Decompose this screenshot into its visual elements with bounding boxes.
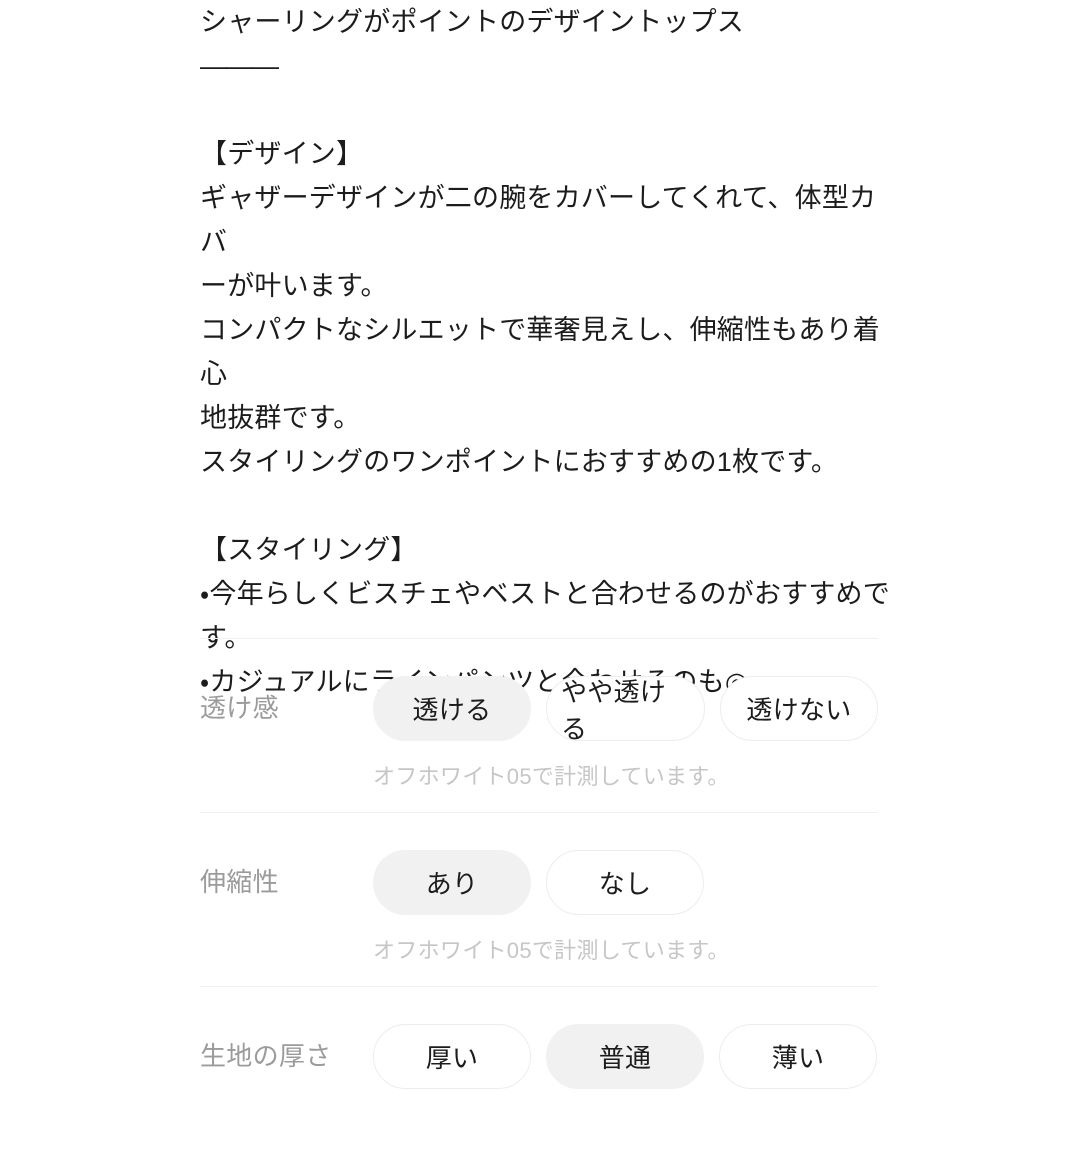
- option-pill[interactable]: 薄い: [719, 1024, 877, 1089]
- description-line: 【スタイリング】: [200, 535, 418, 565]
- option-pill[interactable]: なし: [546, 850, 704, 915]
- description-block: シャーリングがポイントのデザイントップス ——— 【デザイン】ギャザーデザインが二の…: [200, 0, 890, 704]
- option-pill-selected[interactable]: あり: [373, 850, 531, 915]
- attribute-label: 伸縮性: [200, 867, 279, 897]
- attribute-row-inner: 生地の厚さ 厚い 普通 薄い: [200, 987, 878, 1089]
- description-line: スタイリングのワンポイントにおすすめの1枚です。: [200, 447, 839, 477]
- option-pill-group: 透ける やや透ける 透けない: [373, 676, 878, 744]
- option-pill[interactable]: 透けない: [720, 676, 878, 741]
- attribute-label: 透け感: [200, 693, 279, 723]
- attribute-row: 透け感 透ける やや透ける 透けないオフホワイト05で計測しています。: [200, 639, 878, 812]
- attribute-values: 厚い 普通 薄い: [373, 1024, 878, 1089]
- attribute-section: 透け感 透ける やや透ける 透けない オフホワイト05で計測しています。 伸縮性 あり なしオ…: [200, 638, 878, 1160]
- description-line: 【デザイン】: [200, 139, 364, 169]
- attribute-row-inner: 透け感 透ける やや透ける 透けないオフホワイト05で計測しています。: [200, 639, 878, 791]
- attribute-label: 生地の厚さ: [200, 1041, 332, 1071]
- attribute-note: オフホワイト05で計測しています。: [373, 938, 730, 963]
- option-pill-group: あり なし: [373, 850, 878, 915]
- option-pill[interactable]: やや透ける: [546, 676, 705, 744]
- option-pill-group: 厚い 普通 薄い: [373, 1024, 878, 1089]
- description-line: ———: [200, 51, 279, 81]
- attribute-values: 透ける やや透ける 透けないオフホワイト05で計測しています。: [373, 676, 878, 791]
- option-pill-selected[interactable]: 普通: [546, 1024, 704, 1089]
- attribute-row: 生地の厚さ 厚い 普通 薄い: [200, 987, 878, 1160]
- attribute-note: オフホワイト05で計測しています。: [373, 764, 730, 789]
- attribute-values: あり なしオフホワイト05で計測しています。: [373, 850, 878, 965]
- description-line: ギャザーデザインが二の腕をカバーしてくれて、体型カバ: [200, 183, 877, 257]
- attribute-row-inner: 伸縮性 あり なしオフホワイト05で計測しています。: [200, 813, 878, 965]
- description-line: ・今年らしくビスチェやベストと合わせるのがおすすめで: [200, 579, 890, 609]
- description-line: コンパクトなシルエットで華奢見えし、伸縮性もあり着心: [200, 315, 880, 389]
- description-line: 地抜群です。: [200, 403, 361, 433]
- description-line: シャーリングがポイントのデザイントップス: [200, 7, 744, 37]
- description-line: ーが叶います。: [200, 271, 388, 301]
- option-pill[interactable]: 厚い: [373, 1024, 531, 1089]
- attribute-row: 伸縮性 あり なしオフホワイト05で計測しています。: [200, 813, 878, 986]
- product-description-page: シャーリングがポイントのデザイントップス ——— 【デザイン】ギャザーデザインが二の…: [0, 0, 1080, 1089]
- option-pill-selected[interactable]: 透ける: [373, 676, 531, 741]
